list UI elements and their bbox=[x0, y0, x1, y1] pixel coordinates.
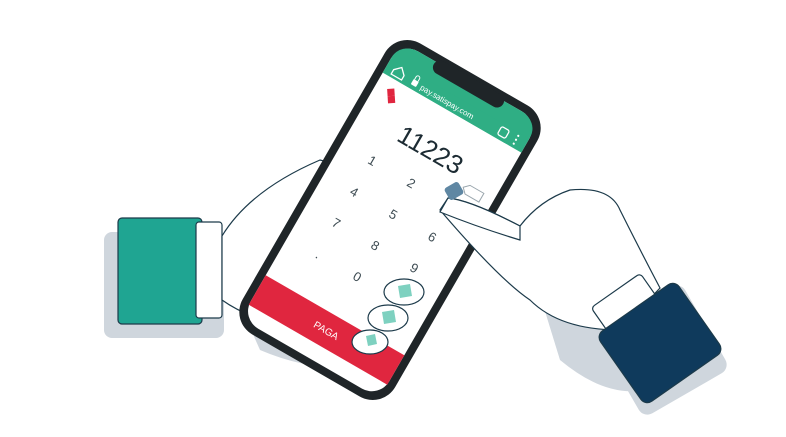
left-cuff bbox=[117, 217, 203, 325]
illustration: pay.satispay.com 11223 123456789.0C PAGA bbox=[104, 40, 727, 415]
left-sleeve-edge bbox=[195, 221, 223, 319]
